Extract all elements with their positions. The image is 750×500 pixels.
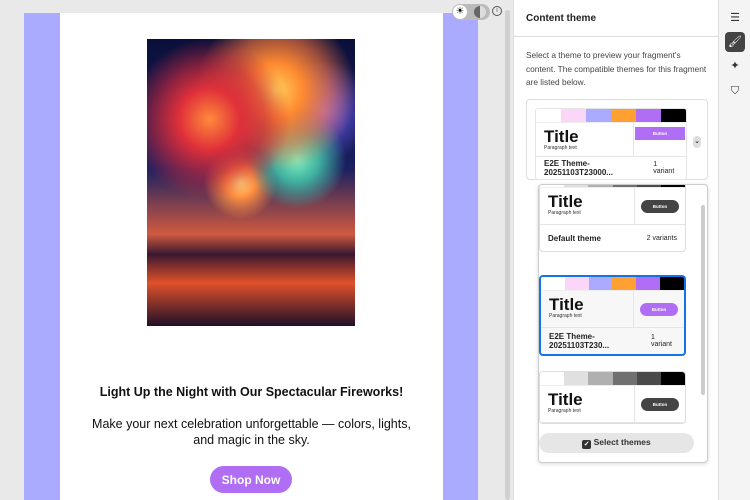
shop-now-button[interactable]: Shop Now [210,466,292,493]
hero-image [147,39,355,326]
theme-name: E2E Theme-20251103T23000... [544,159,613,177]
theme-variants: 1 variant [653,161,675,175]
color-swatch [611,109,636,122]
select-themes-button[interactable]: ✓ Select themes [539,433,694,453]
preview-title: Title [549,295,584,314]
settings-sliders-icon[interactable]: ☰ [725,8,745,28]
dropdown-scrollbar[interactable] [701,205,705,395]
sun-icon[interactable]: ☀ [453,5,467,19]
color-swatch [612,277,637,290]
theme-variants: 1 variant [650,334,672,348]
theme-name: E2E Theme-20251103T230... [549,332,610,350]
contrast-icon[interactable] [474,6,486,18]
theme-name: Default theme [548,233,601,243]
email-headline: Light Up the Night with Our Spectacular … [99,385,404,399]
swatch-row [536,109,686,122]
theme-option[interactable]: Title Paragraph text Button [539,371,686,424]
color-swatch [564,185,589,187]
preview-button: Button [640,302,678,316]
email-canvas: Light Up the Night with Our Spectacular … [0,0,512,500]
preview-title: Title [544,127,579,146]
preview-button: Button [641,397,679,411]
panel-title: Content theme [526,13,596,24]
preview-paragraph: Paragraph text [548,210,581,216]
color-swatch [636,109,661,122]
preview-title: Title [548,390,583,409]
theme-dropdown: Title Paragraph text Button Title Paragraph … [538,184,708,463]
preview-paragraph: Paragraph text [549,313,582,319]
color-swatch [660,372,685,385]
select-themes-label: Select themes [593,437,651,447]
color-swatch [612,372,637,385]
color-swatch [540,185,565,187]
color-swatch [564,277,589,290]
color-swatch [661,109,686,122]
email-fragment: Light Up the Night with Our Spectacular … [24,13,478,500]
chevron-down-icon[interactable]: ⌄ [693,136,701,148]
preview-button: Button [635,127,685,140]
select-themes-icon: ✓ [582,440,592,449]
preview-button: Button [641,199,679,213]
color-swatch [612,185,637,187]
color-swatch [588,185,613,187]
divider [514,36,719,37]
preview-paragraph: Paragraph text [548,408,581,414]
color-swatch [660,277,684,290]
theme-variants: 2 variants [646,234,677,242]
preview-paragraph: Paragraph text [544,145,577,151]
email-paragraph: Make your next celebration unforgettable… [92,417,411,447]
color-swatch [540,372,565,385]
color-swatch [636,277,661,290]
color-swatch [586,109,611,122]
theme-option[interactable]: Title Paragraph text Button Default theme 2 … [539,185,686,252]
preview-title: Title [548,192,583,211]
color-swatch [588,372,613,385]
color-swatch [660,185,685,187]
shield-icon[interactable]: ⛉ [725,81,745,101]
color-swatch [541,277,565,290]
panel-description: Select a theme to preview your fragment'… [526,50,707,87]
color-swatch [564,372,589,385]
color-swatch [536,109,561,122]
color-swatch [561,109,586,122]
email-body: Light Up the Night with Our Spectacular … [60,13,443,500]
color-swatch [588,277,613,290]
info-icon[interactable]: i [492,6,502,16]
color-swatch [636,185,661,187]
icon-rail: ☰ 🖌 ✦ ⛉ [718,0,750,500]
color-swatch [636,372,661,385]
canvas-scrollbar[interactable] [505,10,510,500]
theme-mode-toggle[interactable]: ☀ [452,4,490,20]
theme-option[interactable]: Title Paragraph text Button E2E Theme-20251… [539,275,686,356]
theme-picker[interactable]: Title Paragraph text Button E2E Theme-202… [526,99,708,180]
brush-icon[interactable]: 🖌 [725,32,745,52]
sparkle-icon[interactable]: ✦ [725,56,745,76]
